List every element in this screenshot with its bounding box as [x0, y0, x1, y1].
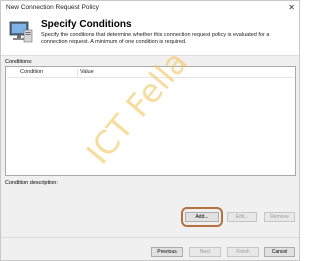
wizard-header: Specify Conditions Specify the condition…	[1, 15, 299, 56]
footer-separator	[1, 237, 299, 238]
condition-description-label: Condition description:	[5, 180, 58, 186]
cancel-button[interactable]: Cancel	[264, 247, 295, 257]
title-bar: New Connection Request Policy ✕	[1, 1, 299, 15]
column-header-value[interactable]: Value	[80, 69, 94, 75]
dialog-window: New Connection Request Policy ✕ Specify …	[0, 0, 300, 261]
close-icon[interactable]: ✕	[288, 2, 295, 14]
page-heading: Specify Conditions	[41, 19, 132, 30]
finish-button[interactable]: Finish	[227, 247, 259, 257]
next-button[interactable]: Next	[189, 247, 221, 257]
add-button[interactable]: Add...	[185, 212, 219, 222]
previous-button[interactable]: Previous	[151, 247, 183, 257]
window-title: New Connection Request Policy	[6, 4, 99, 11]
remove-button[interactable]: Remove	[264, 212, 295, 222]
edit-button[interactable]: Edit...	[227, 212, 257, 222]
computer-network-icon	[9, 21, 33, 43]
conditions-label: Conditions:	[5, 59, 33, 65]
column-header-condition[interactable]: Condition	[20, 69, 43, 75]
column-divider[interactable]	[77, 69, 78, 77]
